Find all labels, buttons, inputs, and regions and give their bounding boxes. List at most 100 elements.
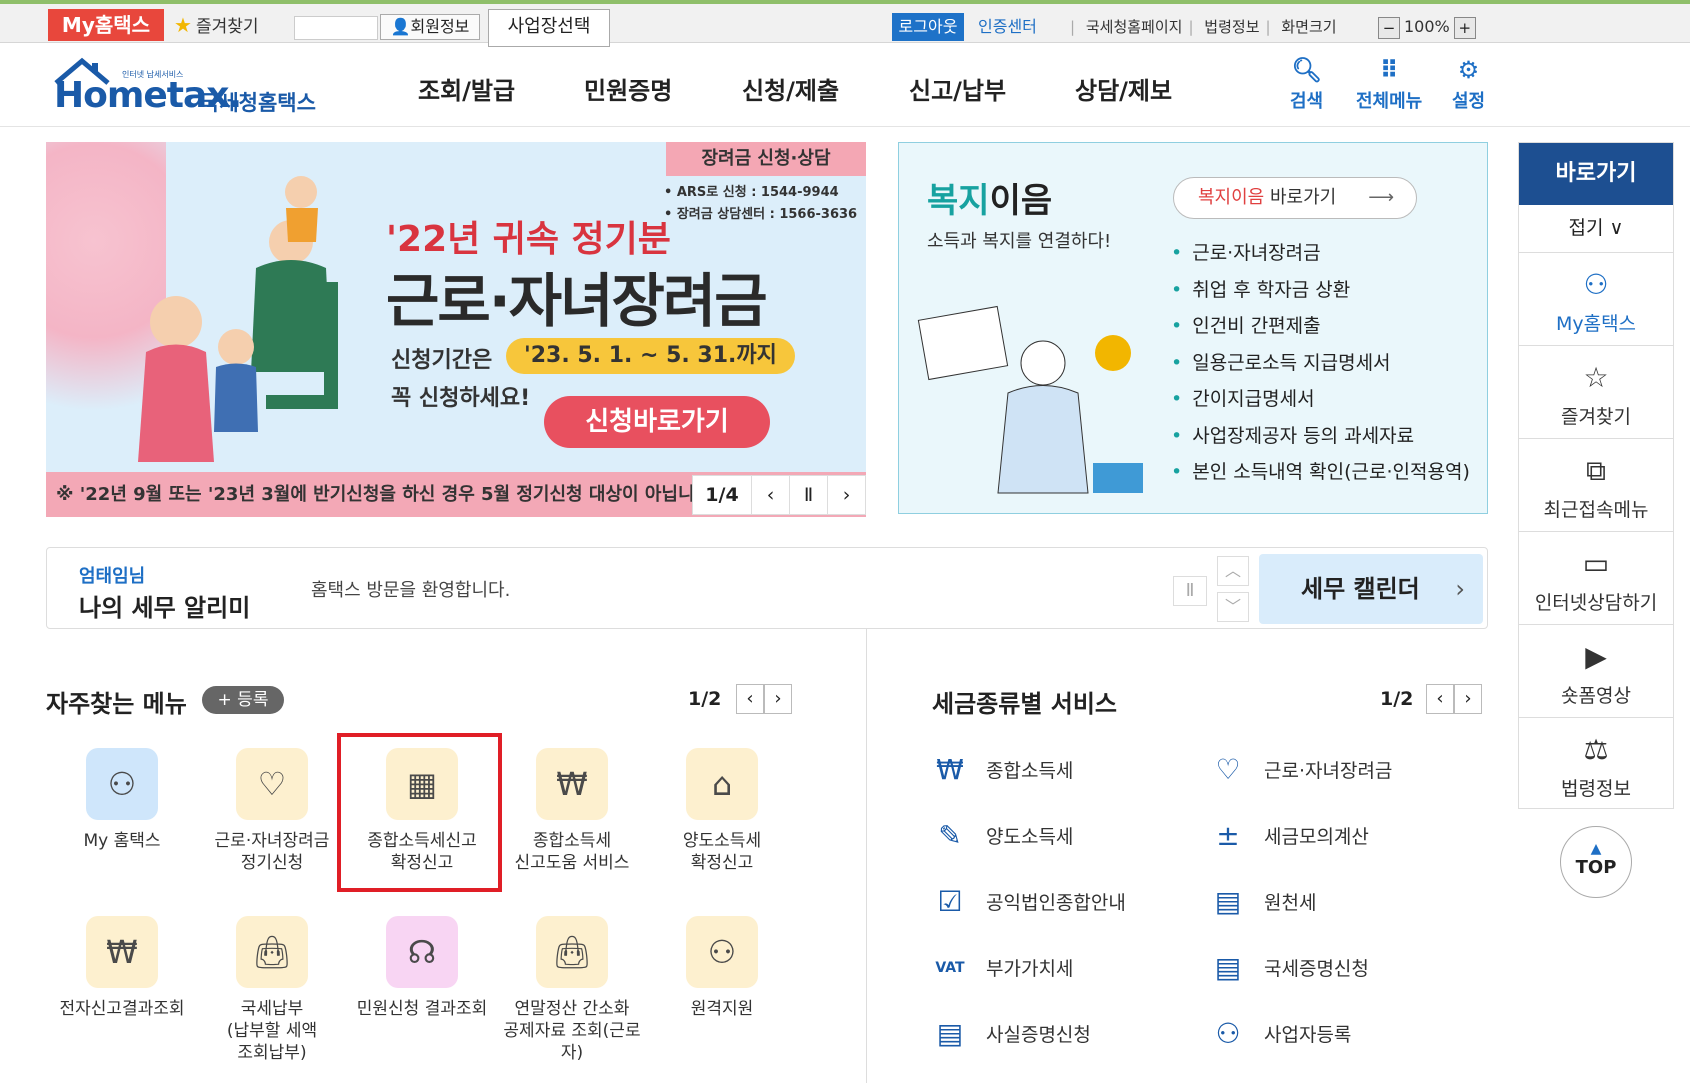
law-info-link[interactable]: 법령정보 [1204,18,1259,36]
document-search-icon: ₩ [536,748,608,820]
alarm-down-button[interactable]: ﹀ [1217,592,1249,622]
welfare-item[interactable]: • 일용근로소득 지급명세서 [1171,345,1470,382]
tax-services-prev-button[interactable]: ‹ [1426,684,1454,714]
logo-korean-text: 국세청홈택스 [200,91,316,115]
all-menu-button[interactable]: ⠿ 전체메뉴 [1356,53,1422,113]
tax-incentive[interactable]: ♡ 근로·자녀장려금 [1208,748,1468,792]
banner-period-label: 신청기간은 [391,348,493,373]
quick-my-hometax[interactable]: ⚇ My홈택스 [1519,253,1673,346]
quick-law-info[interactable]: ⚖ 법령정보 [1519,718,1673,811]
fav-my-hometax[interactable]: ⚇ My 홈택스 [47,748,197,852]
welfare-title-highlight: 복지 [927,181,990,221]
tax-label: 부가가치세 [986,958,1074,980]
quick-recent-menu[interactable]: ⧉ 최근접속메뉴 [1519,439,1673,532]
favorites-prev-button[interactable]: ‹ [736,684,764,714]
zoom-in-button[interactable]: + [1453,16,1476,39]
tax-calendar-button[interactable]: 세무 캘린더 › [1259,554,1483,624]
quick-fold-button[interactable]: 접기 ∨ [1519,205,1673,253]
nav-inquiry-issue[interactable]: 조회/발급 [418,71,515,106]
fav-year-end-settlement[interactable]: 👜︎ 연말정산 간소화 공제자료 조회(근로 자) [497,916,647,1064]
tax-cert-request[interactable]: ▤ 국세증명신청 [1208,946,1468,990]
welfare-go-button[interactable]: 복지이음 바로가기 ⟶ [1173,177,1417,219]
document-icon: ▤ [1214,951,1242,984]
quick-menu: 바로가기 접기 ∨ ⚇ My홈택스 ☆ 즐겨찾기 ⧉ 최근접속메뉴 ▭ 인터넷상담하기 … [1518,142,1674,809]
arrow-right-icon: ⟶ [1368,187,1394,208]
banner-prev-button[interactable]: ‹ [751,476,789,514]
tax-transfer[interactable]: ✎ 양도소득세 [930,814,1190,858]
zoom-out-button[interactable]: − [1378,16,1400,39]
quick-short-video[interactable]: ▶ 숏폼영상 [1519,625,1673,718]
tax-services-next-button[interactable]: › [1454,684,1482,714]
gavel-icon: ⚖ [1583,733,1609,766]
incentive-banner[interactable]: 장려금 신청·상담 • ARS로 신청 : 1544-9944 • 장려금 상담… [46,142,866,517]
register-favorite-button[interactable]: + 등록 [202,686,284,714]
user-name: 엄태임님 [79,566,146,587]
welfare-item[interactable]: • 인건비 간편제출 [1171,308,1470,345]
fav-income-tax-help[interactable]: ₩ 종합소득세 신고도움 서비스 [497,748,647,874]
tax-business-register[interactable]: ⚇ 사업자등록 [1208,1012,1468,1056]
quick-favorites[interactable]: ☆ 즐겨찾기 [1519,346,1673,439]
favorites-next-button[interactable]: › [764,684,792,714]
zoom-control: −100% + [1378,15,1476,39]
tax-withholding[interactable]: ▤ 원천세 [1208,880,1468,924]
banner-pause-button[interactable]: Ⅱ [789,476,827,514]
nav-apply-submit[interactable]: 신청/제출 [742,71,839,106]
logout-button[interactable]: 로그아웃 [892,13,964,41]
tax-label: 근로·자녀장려금 [1264,760,1393,782]
fav-transfer-tax[interactable]: ⌂ 양도소득세 확정신고 [647,748,797,874]
welfare-item[interactable]: • 사업장제공자 등의 과세자료 [1171,418,1470,455]
welfare-item[interactable]: • 본인 소득내역 확인(근로·인적용역) [1171,454,1470,491]
alarm-up-button[interactable]: ︿ [1217,556,1249,586]
member-info-button[interactable]: 👤회원정보 [380,14,480,40]
welfare-item[interactable]: • 간이지급명세서 [1171,381,1470,418]
apply-now-button[interactable]: 신청바로가기 [544,396,770,448]
welfare-item[interactable]: • 취업 후 학자금 상환 [1171,272,1470,309]
tax-public-corp[interactable]: ☑ 공익법인종합안내 [930,880,1190,924]
fav-civil-result[interactable]: ☊ 민원신청 결과조회 [347,916,497,1020]
gear-icon: ⚙ [1457,56,1480,84]
welfare-item[interactable]: • 근로·자녀장려금 [1171,235,1470,272]
won-search-icon: ₩ [86,916,158,988]
banner-main-title: 근로·자녀장려금 [386,267,768,335]
all-menu-label: 전체메뉴 [1356,91,1423,112]
member-info-label: 회원정보 [410,17,470,36]
quick-label: My홈택스 [1555,313,1637,335]
top-label: TOP [1575,857,1617,878]
search-label: 검색 [1290,91,1324,112]
search-button[interactable]: 🔍︎ 검색 [1290,53,1323,113]
fav-remote-support[interactable]: ⚇ 원격지원 [647,916,797,1020]
remote-support-icon: ⚇ [686,916,758,988]
cert-center-link[interactable]: 인증센터 [978,14,1037,40]
fav-incentive-apply[interactable]: ♡ 근로·자녀장려금 정기신청 [197,748,347,874]
won-hand-icon: ₩ [936,753,964,786]
top-utility-bar: My홈택스 ★ 즐겨찾기 👤회원정보 사업장선택 로그아웃 인증센터 | 국세청홈… [0,0,1690,47]
welfare-title-rest: 이음 [989,181,1053,221]
nav-civil-cert[interactable]: 민원증명 [584,71,672,106]
person-icon: 👤 [390,17,411,36]
nav-consult-report[interactable]: 상담/제보 [1075,71,1172,106]
nav-report-pay[interactable]: 신고/납부 [909,71,1006,106]
family-illustration [138,176,338,462]
tax-global-income[interactable]: ₩ 종합소득세 [930,748,1190,792]
fav-label: My 홈택스 [83,831,161,851]
fav-e-report-result[interactable]: ₩ 전자신고결과조회 [47,916,197,1020]
welfare-go-label: 바로가기 [1264,187,1337,208]
quick-online-consult[interactable]: ▭ 인터넷상담하기 [1519,532,1673,625]
tax-fact-cert[interactable]: ▤ 사실증명신청 [930,1012,1190,1056]
hometax-logo[interactable]: 인터넷 납세서비스 Hometax. 국세청홈택스 [46,51,326,119]
recent-menu-icon: ⧉ [1586,454,1606,487]
favorites-button[interactable]: ★ 즐겨찾기 [174,12,259,38]
scroll-top-button[interactable]: ▲ TOP [1560,826,1632,898]
banner-next-button[interactable]: › [827,476,865,514]
my-hometax-button[interactable]: My홈택스 [48,9,164,41]
tax-vat[interactable]: VAT 부가가치세 [930,946,1190,990]
settings-label: 설정 [1452,91,1486,112]
business-select-button[interactable]: 사업장선택 [488,9,610,47]
quick-label: 최근접속메뉴 [1543,499,1649,521]
alarm-pause-button[interactable]: Ⅱ [1173,576,1207,606]
tax-simulation[interactable]: ± 세금모의계산 [1208,814,1468,858]
fav-tax-payment[interactable]: 👜︎ 국세납부 (납부할 세액 조회납부) [197,916,347,1064]
settings-button[interactable]: ⚙ 설정 [1452,53,1485,113]
nts-homepage-link[interactable]: 국세청홈페이지 [1086,18,1183,36]
tax-alarm-title: 나의 세무 알리미 [79,594,251,622]
